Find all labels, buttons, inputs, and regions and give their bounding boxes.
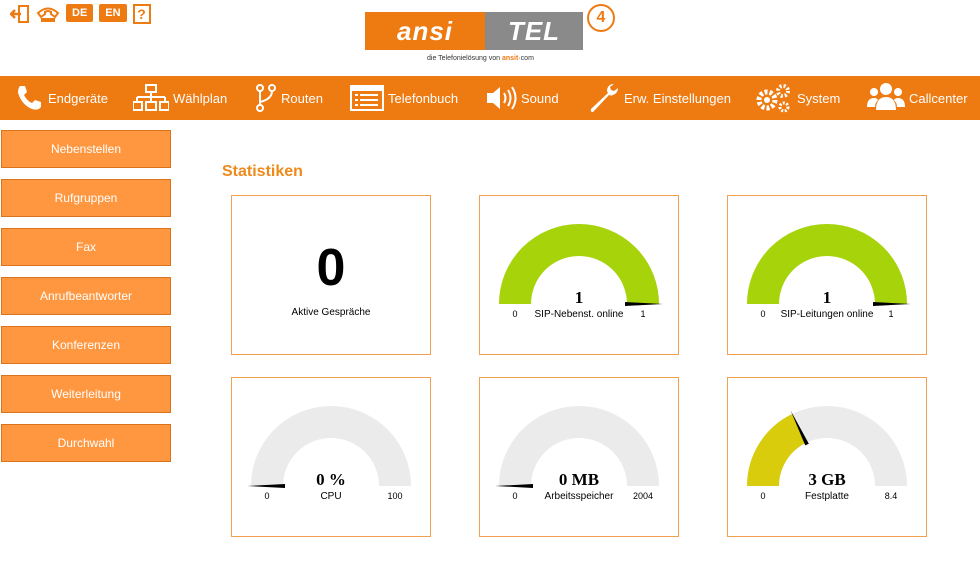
sitemap-icon xyxy=(133,84,169,111)
lang-en-button[interactable]: EN xyxy=(99,4,127,22)
logo-tel: TEL xyxy=(485,12,583,50)
gauge-svg: 1 SIP-Nebenst. online 0 1 xyxy=(499,224,663,320)
gauge-min: 0 xyxy=(264,491,269,501)
active-calls-panel: 0 Aktive Gespräche xyxy=(231,195,431,355)
active-calls-value: 0 xyxy=(316,239,346,297)
sidebar-item-rufgruppen[interactable]: Rufgruppen xyxy=(1,179,171,217)
nav-sound[interactable]: Sound xyxy=(485,76,559,120)
wrench-icon xyxy=(590,84,618,112)
gauge-panel-cpu: 0 % CPU 0 100 xyxy=(231,377,431,537)
users-icon xyxy=(867,83,905,110)
gauge-value: 1 xyxy=(575,288,584,307)
lang-de-button[interactable]: DE xyxy=(66,4,94,22)
nav-erw-einstellungen[interactable]: Erw. Einstellungen xyxy=(588,76,731,120)
gauge-panel-arbeitsspeicher: 0 MB Arbeitsspeicher 0 2004 xyxy=(479,377,679,537)
ansitel-logo: ansi TEL 4 die Telefonielösung von ansit… xyxy=(365,4,625,70)
nav-endgeraete[interactable]: Endgeräte xyxy=(14,76,108,120)
gauge-max: 1 xyxy=(888,309,893,319)
nav-system[interactable]: System xyxy=(755,76,840,120)
nav-waehlplan[interactable]: Wählplan xyxy=(133,76,227,120)
gauge-min: 0 xyxy=(760,491,765,501)
sidebar: Nebenstellen Rufgruppen Fax Anrufbeantwo… xyxy=(1,130,171,473)
fork-icon xyxy=(256,84,276,112)
gauge-min: 0 xyxy=(760,309,765,319)
gauge-label: SIP-Nebenst. online xyxy=(535,309,624,320)
phone-icon xyxy=(18,86,41,110)
nav-callcenter[interactable]: Callcenter xyxy=(867,76,968,120)
top-toolbar: DE EN ? xyxy=(10,4,151,24)
gauge-max: 8.4 xyxy=(885,491,898,501)
gauge-label: CPU xyxy=(320,491,341,502)
help-button[interactable]: ? xyxy=(132,4,151,24)
gauge-value: 3 GB xyxy=(808,470,845,489)
logo-ansi: ansi xyxy=(365,12,485,50)
main-nav: Endgeräte Wählplan Routen Telefonbuch So… xyxy=(0,76,980,120)
gauge-svg: 0 % CPU 0 100 xyxy=(247,406,411,502)
gears-icon xyxy=(756,84,790,113)
gauge-svg: 0 MB Arbeitsspeicher 0 2004 xyxy=(495,406,659,502)
gauge-fill xyxy=(747,413,807,487)
gauge-value: 0 % xyxy=(316,470,346,489)
list-icon xyxy=(350,85,384,111)
active-calls-label: Aktive Gespräche xyxy=(291,307,371,318)
nav-telefonbuch[interactable]: Telefonbuch xyxy=(350,76,458,120)
gauge-svg: 1 SIP-Leitungen online 0 1 xyxy=(747,224,911,320)
gauge-min: 0 xyxy=(512,309,517,319)
gauge-label: Festplatte xyxy=(805,491,849,502)
gauge-label: SIP-Leitungen online xyxy=(781,309,874,320)
gauge-value: 0 MB xyxy=(559,470,599,489)
gauge-max: 2004 xyxy=(633,491,653,501)
hangup-icon[interactable] xyxy=(36,4,60,24)
logout-icon[interactable] xyxy=(10,4,30,24)
gauge-panel-sip-leitungen: 1 SIP-Leitungen online 0 1 xyxy=(727,195,927,355)
page-title: Statistiken xyxy=(222,163,303,180)
sidebar-item-nebenstellen[interactable]: Nebenstellen xyxy=(1,130,171,168)
speaker-icon xyxy=(487,86,517,110)
gauge-label: Arbeitsspeicher xyxy=(545,491,615,502)
gauge-panel-festplatte: 3 GB Festplatte 0 8.4 xyxy=(727,377,927,537)
logo-tagline: die Telefonielösung von ansit·com xyxy=(427,55,534,62)
sidebar-item-durchwahl[interactable]: Durchwahl xyxy=(1,424,171,462)
gauge-svg: 3 GB Festplatte 0 8.4 xyxy=(747,406,907,502)
gauge-panel-sip-nebenstellen: 1 SIP-Nebenst. online 0 1 xyxy=(479,195,679,355)
gauge-max: 100 xyxy=(387,491,402,501)
logo-version: 4 xyxy=(587,4,615,32)
gauge-max: 1 xyxy=(640,309,645,319)
sidebar-item-fax[interactable]: Fax xyxy=(1,228,171,266)
gauge-min: 0 xyxy=(512,491,517,501)
sidebar-item-konferenzen[interactable]: Konferenzen xyxy=(1,326,171,364)
sidebar-item-weiterleitung[interactable]: Weiterleitung xyxy=(1,375,171,413)
sidebar-item-anrufbeantworter[interactable]: Anrufbeantworter xyxy=(1,277,171,315)
gauge-value: 1 xyxy=(823,288,832,307)
nav-routen[interactable]: Routen xyxy=(255,76,323,120)
